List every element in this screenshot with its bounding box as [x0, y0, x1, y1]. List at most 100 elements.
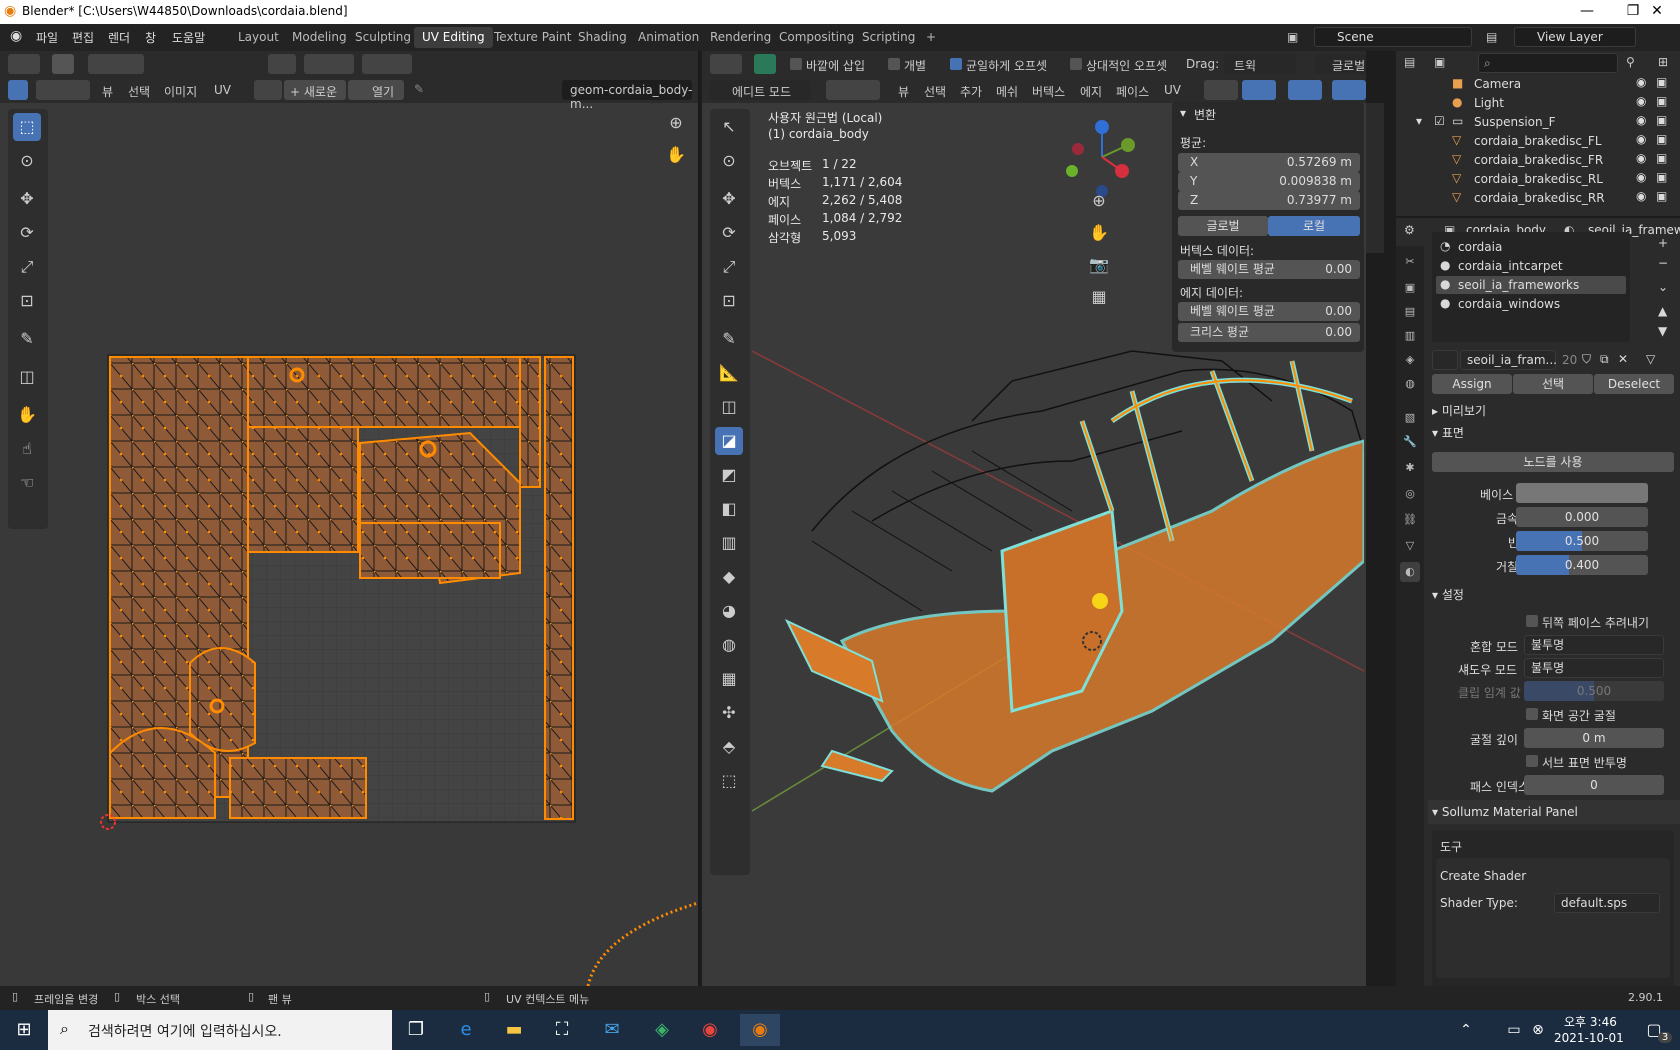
chrome-icon[interactable]: ◉: [690, 1014, 730, 1046]
uv-menu-image[interactable]: 이미지: [164, 83, 197, 100]
view-layer-tab-icon[interactable]: ▥: [1400, 326, 1420, 346]
fake-user-icon[interactable]: ⛉: [1582, 352, 1591, 367]
preview-section[interactable]: ▸ 미리보기: [1432, 402, 1486, 419]
proportional-button[interactable]: [362, 54, 412, 74]
blender-menu-icon[interactable]: ◉: [10, 28, 22, 44]
menu-render[interactable]: 렌더: [108, 29, 130, 46]
volume-icon[interactable]: ⊗: [1518, 1014, 1558, 1046]
modifier-tab-icon[interactable]: 🔧: [1400, 432, 1420, 452]
measure-tool[interactable]: 📐: [715, 359, 743, 387]
output-tab-icon[interactable]: ▤: [1400, 302, 1420, 322]
uv-menu-view[interactable]: 뷰: [102, 83, 113, 100]
render-camera-icon[interactable]: ▣: [1656, 151, 1667, 165]
render-camera-icon[interactable]: ▣: [1656, 170, 1667, 184]
render-camera-icon[interactable]: ▣: [1656, 132, 1667, 146]
material-name-field[interactable]: seoil_ia_fram...: [1460, 350, 1557, 370]
menu-file[interactable]: 파일: [36, 29, 58, 46]
material-slot-active[interactable]: ● seoil_ia_frameworks: [1436, 276, 1626, 294]
constraints-tab-icon[interactable]: ⛓: [1400, 510, 1420, 530]
visibility-eye-icon[interactable]: ◉: [1636, 151, 1646, 165]
clock-date[interactable]: 2021-10-01: [1554, 1031, 1624, 1045]
relative-offset-checkbox[interactable]: [1070, 58, 1082, 70]
sidebar-tabs[interactable]: [1366, 103, 1384, 253]
outliner-item-brakedisc-fr[interactable]: ▽ cordaia_brakedisc_FR ◉ ▣: [1396, 150, 1680, 169]
pivot-button[interactable]: [268, 54, 296, 74]
tab-texture-paint[interactable]: Texture Paint: [486, 27, 579, 48]
backface-checkbox[interactable]: [1526, 615, 1538, 627]
active-tool-icon[interactable]: [754, 54, 776, 74]
tab-rendering[interactable]: Rendering: [702, 27, 779, 48]
uv-select-mode-buttons[interactable]: [36, 80, 90, 100]
outliner-search-input[interactable]: [1478, 53, 1618, 73]
outliner-item-brakedisc-rl[interactable]: ▽ cordaia_brakedisc_RL ◉ ▣: [1396, 169, 1680, 188]
light-gizmo[interactable]: [1092, 593, 1108, 609]
knife-tool[interactable]: ◆: [715, 563, 743, 591]
global-toggle[interactable]: 글로벌: [1178, 216, 1268, 236]
menu-edit[interactable]: 편집: [72, 29, 94, 46]
ortho-toggle-icon[interactable]: ▦: [1085, 283, 1113, 311]
menu-face[interactable]: 페이스: [1116, 83, 1149, 100]
select-mode-buttons[interactable]: [88, 54, 144, 74]
outside-insert-checkbox[interactable]: [790, 58, 802, 70]
outliner-item-brakedisc-fl[interactable]: ▽ cordaia_brakedisc_FL ◉ ▣: [1396, 131, 1680, 150]
unlink-material-icon[interactable]: ✕: [1618, 352, 1628, 366]
filter-icon[interactable]: ⚲: [1626, 55, 1635, 69]
camera-view-icon[interactable]: 📷: [1085, 251, 1113, 279]
annotate-tool-3d[interactable]: ✎: [715, 325, 743, 353]
individual-checkbox[interactable]: [888, 58, 900, 70]
ss-refraction-checkbox[interactable]: [1526, 708, 1538, 720]
move-down-icon[interactable]: ▼: [1658, 324, 1667, 338]
pin-icon[interactable]: ✎: [414, 82, 424, 96]
tab-uv-editing[interactable]: UV Editing: [414, 27, 493, 48]
cursor-tool-3d[interactable]: ⊙: [715, 147, 743, 175]
spin-tool[interactable]: ◍: [715, 631, 743, 659]
pan-icon-3d[interactable]: ✋: [1085, 219, 1113, 247]
tray-up-icon[interactable]: ⌃: [1446, 1014, 1486, 1046]
tab-animation[interactable]: Animation: [630, 27, 707, 48]
link-dropdown-icon[interactable]: ▽: [1646, 352, 1655, 366]
view-layer-field[interactable]: View Layer: [1514, 27, 1636, 47]
overlay-button[interactable]: [1288, 80, 1322, 100]
surface-section[interactable]: ▾ 표면: [1432, 424, 1464, 441]
material-slot[interactable]: ● cordaia_intcarpet: [1436, 257, 1626, 275]
tab-scripting[interactable]: Scripting: [854, 27, 923, 48]
select-tool[interactable]: ↖: [715, 113, 743, 141]
scale-tool-3d[interactable]: ⤢: [715, 253, 743, 281]
new-collection-icon[interactable]: ⊞: [1658, 55, 1668, 69]
bevel-tool[interactable]: ◧: [715, 495, 743, 523]
include-checkbox[interactable]: ☑: [1434, 114, 1445, 128]
menu-add[interactable]: 추가: [960, 83, 982, 100]
menu-uv[interactable]: UV: [1164, 83, 1181, 97]
outliner-editor-type[interactable]: ▤: [1404, 55, 1415, 69]
render-camera-icon[interactable]: ▣: [1656, 94, 1667, 108]
even-offset-checkbox[interactable]: [950, 58, 962, 70]
sss-translucency-checkbox[interactable]: [1526, 755, 1538, 767]
scene-tab-icon[interactable]: ◈: [1400, 350, 1420, 370]
assign-button[interactable]: Assign: [1432, 374, 1512, 394]
menu-window[interactable]: 창: [145, 29, 156, 46]
local-toggle[interactable]: 로컬: [1268, 216, 1360, 236]
transform-tool-3d[interactable]: ⊡: [715, 287, 743, 315]
windows-start-icon[interactable]: ⊞: [4, 1014, 44, 1046]
tool-tab-icon[interactable]: ✂: [1400, 252, 1420, 272]
material-tab-icon[interactable]: ◐: [1400, 562, 1420, 582]
tab-sculpting[interactable]: Sculpting: [347, 27, 419, 48]
physics-tab-icon[interactable]: ◎: [1400, 484, 1420, 504]
pass-index-field[interactable]: 0: [1524, 775, 1664, 795]
visibility-eye-icon[interactable]: ◉: [1636, 94, 1646, 108]
shadow-mode-dropdown[interactable]: 불투명: [1524, 658, 1664, 678]
tab-layout[interactable]: Layout: [230, 27, 287, 48]
render-tab-icon[interactable]: ▣: [1400, 278, 1420, 298]
outliner-item-brakedisc-rr[interactable]: ▽ cordaia_brakedisc_RR ◉ ▣: [1396, 188, 1680, 207]
maps-icon[interactable]: ◈: [642, 1014, 682, 1046]
metallic-field[interactable]: 0.000: [1516, 507, 1648, 527]
visibility-eye-icon[interactable]: ◉: [1636, 132, 1646, 146]
select-tool-button[interactable]: [52, 54, 74, 74]
specular-slider[interactable]: 0.500: [1516, 531, 1648, 551]
edge-bevel-field[interactable]: 베벨 웨이트 평균 0.00: [1178, 302, 1360, 321]
visibility-eye-icon[interactable]: ◉: [1636, 113, 1646, 127]
outliner-item-camera[interactable]: ■ Camera ◉ ▣: [1396, 74, 1680, 93]
menu-help[interactable]: 도움말: [172, 29, 205, 46]
uv-canvas[interactable]: [0, 103, 698, 986]
visibility-eye-icon[interactable]: ◉: [1636, 189, 1646, 203]
